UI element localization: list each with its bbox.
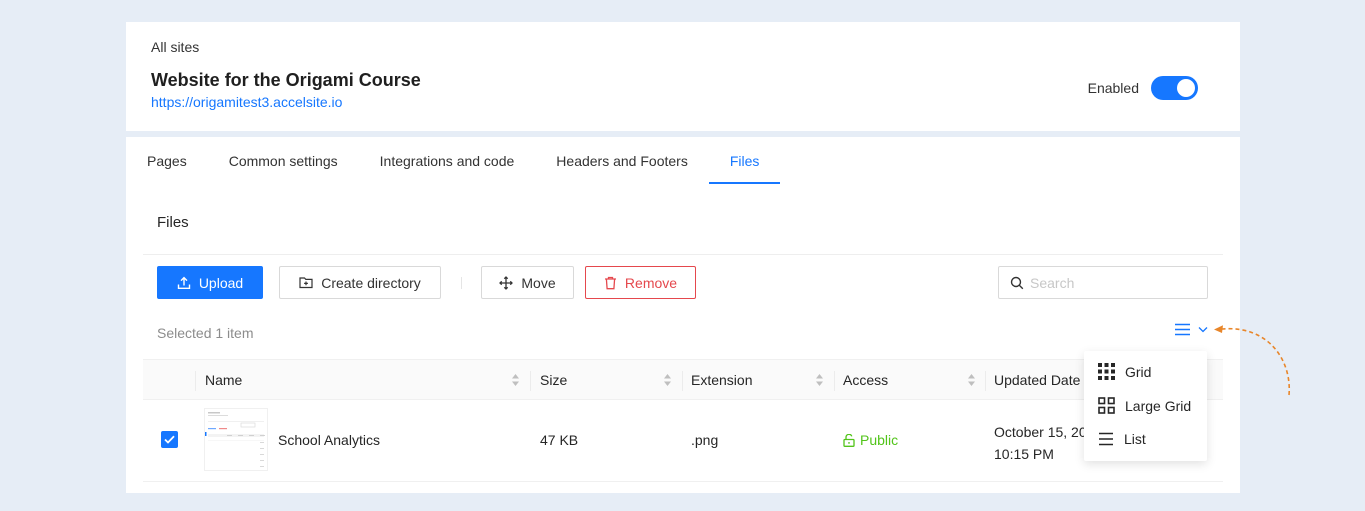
selection-count: Selected 1 item xyxy=(157,325,254,341)
updated-time: 10:15 PM xyxy=(994,446,1054,462)
updated-date: October 15, 20 xyxy=(994,424,1086,440)
column-separator xyxy=(530,371,531,391)
files-table: Name Size Extension Access Updated Date xyxy=(143,359,1223,482)
unlock-icon xyxy=(843,433,855,447)
upload-label: Upload xyxy=(198,274,244,291)
large-grid-icon xyxy=(1098,397,1115,414)
view-option-list[interactable]: List xyxy=(1098,431,1146,447)
list-label: List xyxy=(1124,431,1146,447)
access-label: Public xyxy=(860,432,899,448)
column-header-name[interactable]: Name xyxy=(205,360,242,400)
row-checkbox[interactable] xyxy=(161,431,178,448)
site-title: Website for the Origami Course xyxy=(151,70,421,90)
upload-button[interactable]: Upload xyxy=(157,266,263,299)
search-input[interactable] xyxy=(1030,274,1200,291)
sort-icon[interactable] xyxy=(815,373,824,387)
tab-headers-and-footers[interactable]: Headers and Footers xyxy=(535,137,709,184)
toggle-knob xyxy=(1177,79,1195,97)
sort-icon[interactable] xyxy=(663,373,672,387)
chevron-down-icon xyxy=(1198,327,1208,333)
enabled-label: Enabled xyxy=(1087,80,1139,96)
column-header-extension[interactable]: Extension xyxy=(691,360,752,400)
check-icon xyxy=(164,435,175,444)
tab-bar: Pages Common settings Integrations and c… xyxy=(126,137,780,184)
divider xyxy=(143,254,1223,255)
tab-files[interactable]: Files xyxy=(708,137,781,184)
search-icon xyxy=(1010,276,1024,289)
annotation-arrow-icon xyxy=(1214,325,1290,396)
section-title: Files xyxy=(157,214,189,231)
move-icon xyxy=(499,275,514,290)
tab-integrations-and-code[interactable]: Integrations and code xyxy=(359,137,536,184)
remove-button[interactable]: Remove xyxy=(585,266,696,299)
upload-icon xyxy=(177,276,191,289)
view-option-grid[interactable]: Grid xyxy=(1098,363,1151,380)
enabled-toggle[interactable] xyxy=(1151,76,1198,100)
sort-icon[interactable] xyxy=(967,373,976,387)
file-updated-date: October 15, 20 10:15 PM xyxy=(994,421,1086,465)
view-mode-dropdown: Grid Large Grid List xyxy=(1084,351,1207,461)
view-option-large-grid[interactable]: Large Grid xyxy=(1098,397,1191,414)
create-directory-button[interactable]: Create directory xyxy=(279,266,441,299)
breadcrumb-all-sites[interactable]: All sites xyxy=(151,39,199,55)
file-size: 47 KB xyxy=(540,432,579,448)
folder-add-icon xyxy=(299,277,313,289)
column-header-updated-date[interactable]: Updated Date xyxy=(994,360,1080,400)
sort-icon[interactable] xyxy=(511,373,520,387)
file-name[interactable]: School Analytics xyxy=(278,432,380,448)
toolbar-divider xyxy=(461,277,462,289)
list-icon xyxy=(1099,432,1113,446)
file-access: Public xyxy=(843,432,898,448)
column-separator xyxy=(195,371,196,391)
image-preview-icon xyxy=(205,412,265,467)
file-extension: .png xyxy=(691,432,719,448)
column-separator xyxy=(985,371,986,391)
view-mode-toggle[interactable] xyxy=(1175,323,1208,336)
tab-pages[interactable]: Pages xyxy=(126,137,208,184)
remove-label: Remove xyxy=(624,274,678,291)
table-row[interactable]: School Analytics 47 KB .png Public Octob… xyxy=(143,400,1223,482)
enabled-control: Enabled xyxy=(1088,76,1198,100)
site-header-card: All sites Website for the Origami Course… xyxy=(126,22,1240,131)
column-separator xyxy=(834,371,835,391)
files-panel: Pages Common settings Integrations and c… xyxy=(126,137,1240,493)
tab-common-settings[interactable]: Common settings xyxy=(208,137,359,184)
site-url-link[interactable]: https://origamitest3.accelsite.io xyxy=(151,94,342,110)
column-header-size[interactable]: Size xyxy=(540,360,567,400)
move-label: Move xyxy=(521,274,556,291)
large-grid-label: Large Grid xyxy=(1125,397,1192,414)
search-box xyxy=(998,266,1208,299)
list-icon xyxy=(1175,323,1190,336)
column-separator xyxy=(682,371,683,391)
table-header: Name Size Extension Access Updated Date xyxy=(143,359,1223,400)
create-directory-label: Create directory xyxy=(321,274,421,291)
trash-icon xyxy=(604,276,616,289)
grid-icon xyxy=(1098,363,1115,380)
move-button[interactable]: Move xyxy=(481,266,574,299)
column-header-access[interactable]: Access xyxy=(843,360,888,400)
grid-label: Grid xyxy=(1125,363,1152,380)
file-thumbnail[interactable] xyxy=(204,408,268,471)
